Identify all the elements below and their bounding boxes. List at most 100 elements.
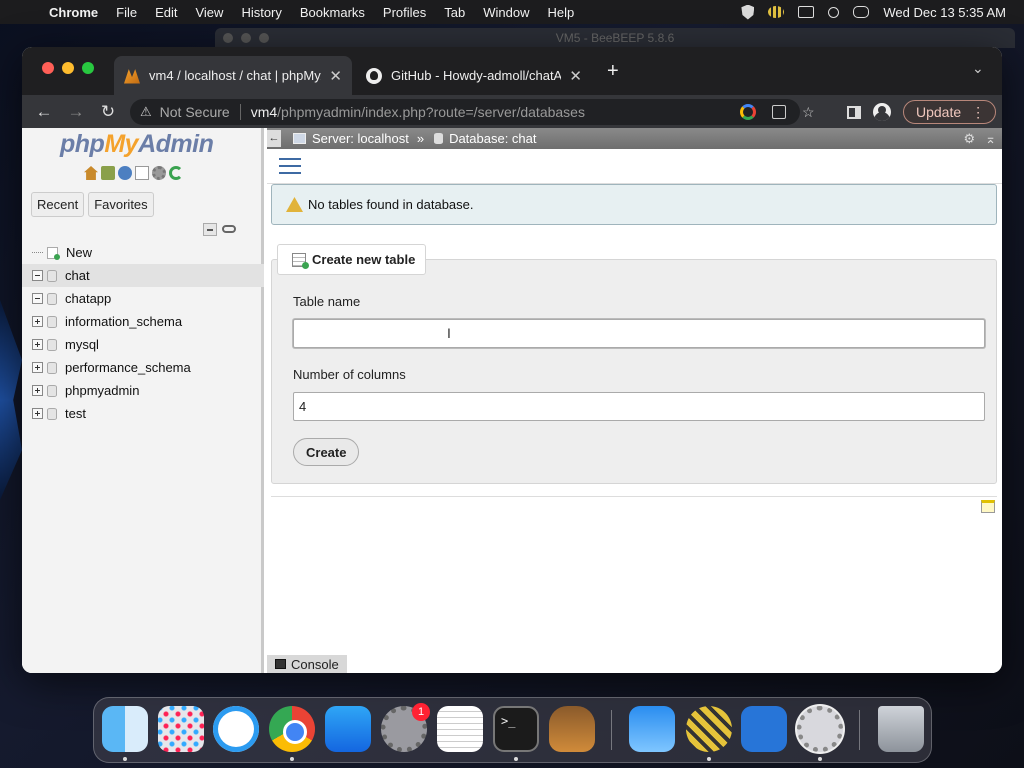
tab-search-chevron-icon[interactable]: ⌄ (972, 60, 984, 77)
background-window-titlebar[interactable]: VM5 - BeeBEEP 5.8.6 (215, 28, 1015, 48)
forward-button[interactable]: → (60, 102, 92, 122)
back-button[interactable]: ← (28, 102, 60, 122)
garageband-icon[interactable] (549, 706, 595, 752)
bookmark-star-icon[interactable]: ☆ (802, 105, 815, 119)
expand-node-icon[interactable] (32, 385, 43, 396)
table-name-input[interactable] (293, 319, 985, 348)
minimize-window-button[interactable] (62, 62, 74, 74)
tree-item-mysql[interactable]: mysql (22, 333, 264, 356)
chrome-icon[interactable] (269, 706, 315, 752)
collapse-navigation-arrow-icon[interactable]: ← (267, 130, 281, 147)
breadcrumb-database[interactable]: Database: chat (449, 131, 536, 146)
vpn-shield-icon[interactable] (741, 706, 787, 752)
close-tab-icon[interactable]: ✕ (569, 67, 582, 85)
expand-node-icon[interactable] (32, 408, 43, 419)
number-of-columns-input[interactable] (293, 392, 985, 421)
tree-item-chat[interactable]: chat (22, 264, 264, 287)
tree-item-label[interactable]: test (65, 406, 86, 421)
system-preferences-icon[interactable] (797, 706, 843, 752)
menu-clock[interactable]: Wed Dec 13 5:35 AM (883, 5, 1006, 20)
phpmyadmin-logo[interactable]: phpMyAdmin (60, 130, 214, 159)
collapse-node-icon[interactable] (32, 270, 43, 281)
tree-item-phpmyadmin[interactable]: phpmyadmin (22, 379, 264, 402)
tree-item-new[interactable]: New (22, 241, 264, 264)
zoom-window-button[interactable] (82, 62, 94, 74)
breadcrumb-separator: » (416, 131, 425, 146)
link-with-main-panel-icon[interactable] (222, 225, 236, 233)
tree-item-label[interactable]: phpmyadmin (65, 383, 139, 398)
not-secure-warning-icon[interactable]: ⚠ (140, 104, 152, 120)
app-store-icon[interactable] (325, 706, 371, 752)
page-settings-gear-icon[interactable]: ⚙ (963, 131, 975, 147)
control-center-icon[interactable] (853, 6, 870, 18)
finder-icon[interactable] (102, 706, 148, 752)
recent-button[interactable]: Recent (31, 192, 85, 217)
tree-item-information-schema[interactable]: information_schema (22, 310, 264, 333)
share-icon[interactable] (772, 105, 786, 119)
expand-node-icon[interactable] (32, 316, 43, 327)
help-icon[interactable] (118, 166, 132, 180)
spotlight-search-icon[interactable] (828, 6, 840, 18)
menu-edit[interactable]: Edit (146, 5, 186, 20)
menu-profiles[interactable]: Profiles (374, 5, 435, 20)
menu-view[interactable]: View (186, 5, 232, 20)
window-icon[interactable] (798, 6, 815, 18)
address-bar[interactable]: ⚠ Not Secure vm4 /phpmyadmin/index.php?r… (130, 99, 800, 125)
tree-item-label[interactable]: information_schema (65, 314, 182, 329)
hamburger-menu-icon[interactable] (279, 158, 301, 174)
textedit-icon[interactable] (437, 706, 483, 752)
documentation-icon[interactable] (135, 166, 149, 180)
tree-item-chatapp[interactable]: chatapp (22, 287, 264, 310)
security-label[interactable]: Not Secure (160, 104, 230, 120)
note-icon[interactable] (981, 500, 995, 513)
home-icon[interactable] (84, 166, 98, 180)
tab-github[interactable]: GitHub - Howdy-admoll/chatApp ✕ (356, 56, 592, 95)
shield-icon[interactable] (741, 4, 755, 20)
tree-item-label[interactable]: New (66, 245, 92, 260)
safari-icon[interactable] (213, 706, 259, 752)
tree-item-test[interactable]: test (22, 402, 264, 425)
google-lens-icon[interactable] (740, 104, 756, 120)
reload-button[interactable]: ↻ (92, 102, 124, 122)
tree-item-label[interactable]: performance_schema (65, 360, 191, 375)
bee-icon[interactable] (768, 6, 785, 18)
terminal-icon[interactable]: >_ (493, 706, 539, 752)
expand-node-icon[interactable] (32, 339, 43, 350)
new-tab-button[interactable]: + (607, 60, 619, 83)
logout-icon[interactable] (101, 166, 115, 180)
github-favicon-icon (366, 67, 382, 84)
create-table-fieldset: Table name Number of columns Create (271, 259, 997, 484)
menu-bookmarks[interactable]: Bookmarks (291, 5, 374, 20)
breadcrumb-server[interactable]: Server: localhost (312, 131, 409, 146)
collapse-all-icon[interactable] (203, 223, 217, 236)
expand-node-icon[interactable] (32, 362, 43, 373)
menu-app-chrome[interactable]: Chrome (40, 5, 107, 20)
tree-item-label[interactable]: mysql (65, 337, 99, 352)
beebeep-icon[interactable] (686, 706, 732, 752)
close-window-button[interactable] (42, 62, 54, 74)
collapse-node-icon[interactable] (32, 293, 43, 304)
create-button[interactable]: Create (293, 438, 360, 466)
create-table-legend: Create new table (277, 244, 427, 275)
console-toggle[interactable]: Console (267, 655, 347, 673)
menu-window[interactable]: Window (474, 5, 538, 20)
trash-icon[interactable] (878, 706, 924, 752)
menu-file[interactable]: File (107, 5, 146, 20)
update-button[interactable]: Update ⋮ (903, 100, 997, 124)
tree-item-label[interactable]: chatapp (65, 291, 111, 306)
favorites-button[interactable]: Favorites (88, 192, 154, 217)
reload-navigation-icon[interactable] (169, 166, 183, 180)
tab-phpmyadmin[interactable]: vm4 / localhost / chat | phpMyAdmin ✕ (114, 56, 352, 95)
tree-item-performance-schema[interactable]: performance_schema (22, 356, 264, 379)
tree-item-label[interactable]: chat (65, 268, 90, 283)
side-panel-icon[interactable] (847, 105, 861, 119)
menu-tab[interactable]: Tab (435, 5, 474, 20)
launchpad-icon[interactable] (158, 706, 204, 752)
menu-help[interactable]: Help (539, 5, 584, 20)
menu-history[interactable]: History (232, 5, 290, 20)
weather-icon[interactable] (629, 706, 675, 752)
close-tab-icon[interactable]: ✕ (329, 67, 342, 85)
profile-avatar-icon[interactable] (873, 103, 891, 121)
collapse-top-menu-icon[interactable]: ⌅ (985, 131, 996, 147)
settings-gear-icon[interactable] (152, 166, 166, 180)
